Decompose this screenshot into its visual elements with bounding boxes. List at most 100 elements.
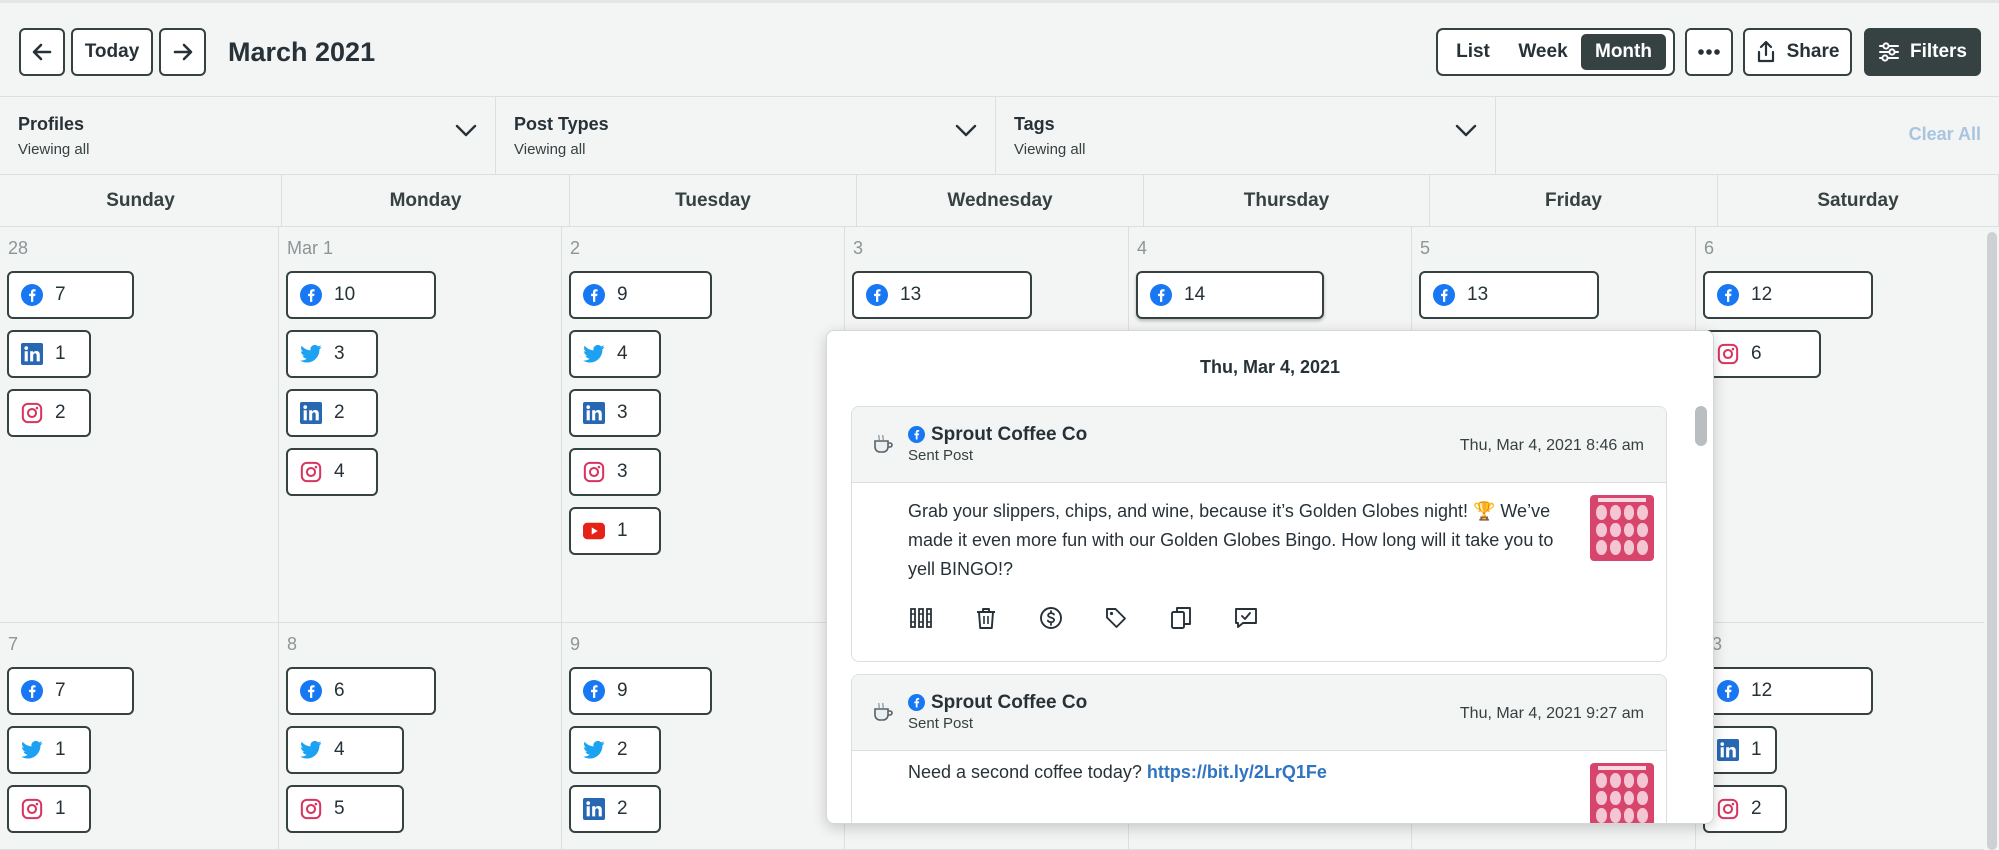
facebook-post-count-pill[interactable]: 12 <box>1703 667 1873 715</box>
facebook-post-count-pill[interactable]: 10 <box>286 271 436 319</box>
post-image-thumbnail[interactable] <box>1590 763 1654 823</box>
trash-icon[interactable] <box>973 605 998 630</box>
post-count: 2 <box>617 798 628 819</box>
calendar-toolbar: Today March 2021 List Week Month Share F… <box>0 0 1999 96</box>
filters-button[interactable]: Filters <box>1864 28 1981 76</box>
calendar-day-cell[interactable]: 8 6 4 5 <box>279 623 562 850</box>
post-count: 13 <box>1467 284 1489 305</box>
linkedin-post-count-pill[interactable]: 1 <box>7 330 91 378</box>
instagram-post-count-pill[interactable]: 2 <box>7 389 91 437</box>
twitter-post-count-pill[interactable]: 3 <box>286 330 378 378</box>
library-icon[interactable] <box>908 605 933 630</box>
weekday-header: Sunday Monday Tuesday Wednesday Thursday Frid… <box>0 175 1999 227</box>
facebook-icon <box>300 680 322 702</box>
twitter-post-count-pill[interactable]: 4 <box>569 330 661 378</box>
post-count: 7 <box>55 680 66 701</box>
linkedin-post-count-pill[interactable]: 1 <box>1703 726 1777 774</box>
post-profile-name: Sprout Coffee Co <box>931 424 1088 445</box>
facebook-post-count-pill[interactable]: 13 <box>852 271 1032 319</box>
linkedin-post-count-pill[interactable]: 2 <box>286 389 378 437</box>
next-month-button[interactable] <box>159 28 206 76</box>
twitter-post-count-pill[interactable]: 2 <box>569 726 661 774</box>
instagram-icon <box>300 461 322 483</box>
calendar-day-cell[interactable]: 28 7 1 2 <box>0 227 279 623</box>
tags-filter-dropdown[interactable]: Tags Viewing all <box>996 97 1496 175</box>
facebook-post-count-pill[interactable]: 7 <box>7 271 134 319</box>
post-header: Sprout Coffee Co Sent Post Thu, Mar 4, 2… <box>852 675 1666 751</box>
instagram-post-count-pill[interactable]: 1 <box>7 785 91 833</box>
instagram-post-count-pill[interactable]: 3 <box>569 448 661 496</box>
more-options-button[interactable] <box>1685 28 1733 76</box>
post-link[interactable]: https://bit.ly/2LrQ1Fe <box>1147 762 1327 782</box>
weekday-saturday: Saturday <box>1718 175 1999 227</box>
instagram-post-count-pill[interactable]: 5 <box>286 785 404 833</box>
facebook-post-count-pill[interactable]: 12 <box>1703 271 1873 319</box>
tag-icon[interactable] <box>1103 605 1128 630</box>
post-count: 1 <box>55 343 66 364</box>
previous-month-button[interactable] <box>19 28 65 76</box>
post-text: Need a second coffee today? https://bit.… <box>908 758 1568 787</box>
twitter-post-count-pill[interactable]: 1 <box>7 726 91 774</box>
youtube-icon <box>583 520 605 542</box>
instagram-icon <box>1717 798 1739 820</box>
popover-scrollbar-thumb[interactable] <box>1695 406 1707 446</box>
facebook-icon <box>866 284 888 306</box>
day-number: 9 <box>570 634 581 654</box>
view-month-tab[interactable]: Month <box>1581 34 1666 70</box>
today-button[interactable]: Today <box>71 28 153 76</box>
facebook-post-count-pill[interactable]: 14 <box>1136 271 1324 319</box>
twitter-post-count-pill[interactable]: 4 <box>286 726 404 774</box>
dollar-icon[interactable] <box>1038 605 1063 630</box>
facebook-post-count-pill[interactable]: 6 <box>286 667 436 715</box>
calendar-day-cell[interactable]: 2 9 4 3 3 1 <box>562 227 845 623</box>
clear-all-button[interactable]: Clear All <box>1909 124 1981 145</box>
view-list-tab[interactable]: List <box>1441 34 1505 70</box>
linkedin-post-count-pill[interactable]: 2 <box>569 785 661 833</box>
facebook-post-count-pill[interactable]: 7 <box>7 667 134 715</box>
facebook-post-count-pill[interactable]: 13 <box>1419 271 1599 319</box>
facebook-post-count-pill[interactable]: 9 <box>569 271 712 319</box>
instagram-icon <box>21 798 43 820</box>
instagram-post-count-pill[interactable]: 4 <box>286 448 378 496</box>
profiles-filter-dropdown[interactable]: Profiles Viewing all <box>0 97 496 175</box>
day-number: 8 <box>287 634 298 654</box>
day-number: 7 <box>8 634 19 654</box>
approve-icon[interactable] <box>1233 605 1258 630</box>
instagram-icon <box>1717 343 1739 365</box>
calendar-day-cell[interactable]: Mar 1 10 3 2 4 <box>279 227 562 623</box>
coffee-cup-avatar-icon <box>874 434 893 453</box>
instagram-post-count-pill[interactable]: 6 <box>1703 330 1821 378</box>
copy-icon[interactable] <box>1168 605 1193 630</box>
day-posts-popover: Thu, Mar 4, 2021 Sprout Coffee Co Sent P… <box>826 330 1714 824</box>
post-count: 6 <box>334 680 345 701</box>
post-count: 12 <box>1751 680 1773 701</box>
view-toggle: List Week Month <box>1436 28 1675 76</box>
facebook-icon <box>908 694 925 711</box>
calendar-day-cell[interactable]: 7 7 1 1 <box>0 623 279 850</box>
post-count: 4 <box>334 739 345 760</box>
share-button[interactable]: Share <box>1743 28 1852 76</box>
instagram-post-count-pill[interactable]: 2 <box>1703 785 1787 833</box>
scrollbar-thumb[interactable] <box>1987 232 1997 850</box>
post-actions <box>908 605 1258 630</box>
post-card[interactable]: Sprout Coffee Co Sent Post Thu, Mar 4, 2… <box>851 674 1667 823</box>
view-week-tab[interactable]: Week <box>1507 34 1579 70</box>
post-count: 5 <box>334 798 345 819</box>
linkedin-post-count-pill[interactable]: 3 <box>569 389 661 437</box>
post-type-label: Sent Post <box>908 447 974 464</box>
post-image-thumbnail[interactable] <box>1590 495 1654 561</box>
calendar-day-cell[interactable]: 6 12 6 <box>1696 227 1984 623</box>
youtube-post-count-pill[interactable]: 1 <box>569 507 661 555</box>
post-types-filter-dropdown[interactable]: Post Types Viewing all <box>496 97 996 175</box>
instagram-icon <box>583 461 605 483</box>
post-count: 2 <box>334 402 345 423</box>
facebook-post-count-pill[interactable]: 9 <box>569 667 712 715</box>
linkedin-icon <box>583 798 605 820</box>
linkedin-icon <box>300 402 322 424</box>
popover-scrollbar[interactable] <box>1694 406 1708 823</box>
chevron-down-icon <box>955 124 977 137</box>
calendar-day-cell[interactable]: 9 9 2 2 <box>562 623 845 850</box>
post-card[interactable]: Sprout Coffee Co Sent Post Thu, Mar 4, 2… <box>851 406 1667 662</box>
calendar-day-cell[interactable]: 3 12 1 2 <box>1696 623 1984 850</box>
calendar-scrollbar[interactable] <box>1985 227 1999 850</box>
